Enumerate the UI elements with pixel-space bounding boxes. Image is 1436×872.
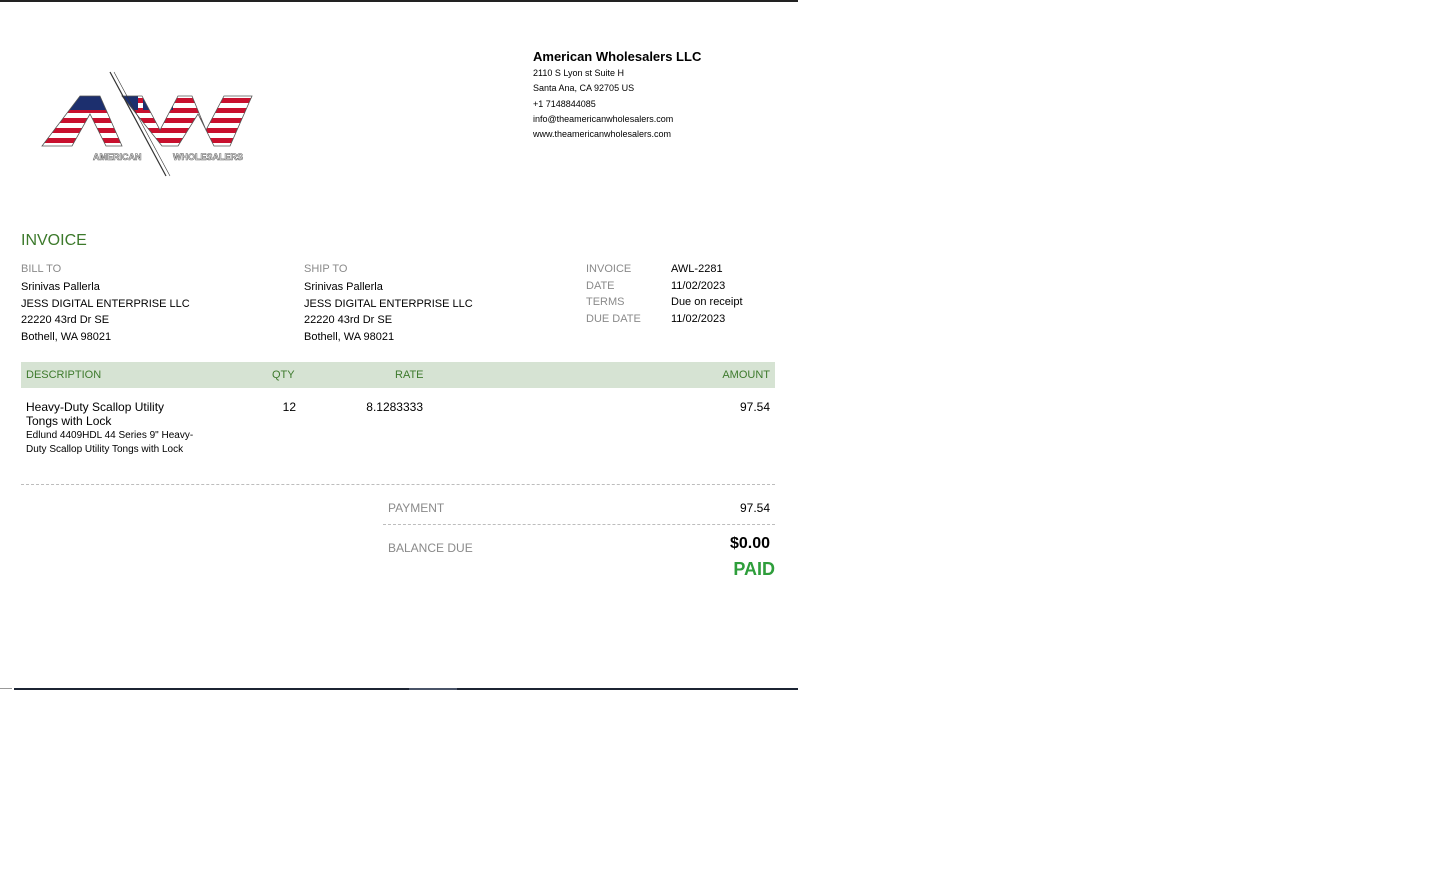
header-description: DESCRIPTION xyxy=(26,369,102,381)
meta-row-invoice: INVOICE AWL-2281 xyxy=(586,263,743,280)
header-amount: AMOUNT xyxy=(722,369,770,381)
balance-due-value: $0.00 xyxy=(729,535,770,552)
items-divider xyxy=(21,484,775,485)
ship-to-street: 22220 43rd Dr SE xyxy=(304,314,393,326)
ship-to-block: SHIP TO Srinivas Pallerla JESS DIGITAL E… xyxy=(304,263,473,345)
header-qty: QTY xyxy=(272,369,295,381)
page-bottom-border xyxy=(14,688,798,690)
meta-row-date: DATE 11/02/2023 xyxy=(586,280,743,297)
company-website[interactable]: www.theamericanwholesalers.com xyxy=(533,127,701,142)
payment-value: 97.54 xyxy=(739,501,770,515)
bill-to-label: BILL TO xyxy=(21,263,62,275)
invoice-meta: INVOICE AWL-2281 DATE 11/02/2023 TERMS D… xyxy=(586,263,743,329)
page-top-border xyxy=(0,0,798,2)
bill-to-street: 22220 43rd Dr SE xyxy=(21,314,110,326)
due-date-label: DUE DATE xyxy=(586,312,641,325)
bill-to-name: Srinivas Pallerla xyxy=(21,281,100,293)
invoice-title: INVOICE xyxy=(21,232,87,249)
company-address-line1: 2110 S Lyon st Suite H xyxy=(533,68,625,78)
meta-row-due-date: DUE DATE 11/02/2023 xyxy=(586,313,743,330)
item-name: Heavy-Duty Scallop Utility Tongs with Lo… xyxy=(26,400,165,428)
item-description: Edlund 4409HDL 44 Series 9" Heavy-Duty S… xyxy=(26,430,194,455)
company-email[interactable]: info@theamericanwholesalers.com xyxy=(533,112,701,127)
terms-label: TERMS xyxy=(586,296,625,308)
invoice-number-label: INVOICE xyxy=(586,263,632,275)
invoice-date: 11/02/2023 xyxy=(671,279,726,292)
logo-text-left: AMERICAN xyxy=(93,152,142,162)
payment-label: PAYMENT xyxy=(388,501,445,515)
bill-to-company: JESS DIGITAL ENTERPRISE LLC xyxy=(21,297,190,310)
totals-divider xyxy=(383,524,775,525)
date-label: DATE xyxy=(586,279,615,292)
ship-to-city: Bothell, WA 98021 xyxy=(304,330,395,343)
logo-text-right: WHOLESALERS xyxy=(173,152,243,162)
ship-to-name: Srinivas Pallerla xyxy=(304,281,383,293)
balance-due-label: BALANCE DUE xyxy=(388,541,473,555)
meta-row-terms: TERMS Due on receipt xyxy=(586,296,743,313)
company-info: American Wholesalers LLC 2110 S Lyon st … xyxy=(533,48,701,142)
due-date: 11/02/2023 xyxy=(671,312,726,325)
paid-status-badge: PAID xyxy=(733,559,775,579)
company-logo: AMERICAN WHOLESALERS xyxy=(41,71,253,177)
bill-to-city: Bothell, WA 98021 xyxy=(21,330,112,343)
page-bottom-border-segment xyxy=(409,688,457,690)
item-amount: 97.54 xyxy=(739,400,770,414)
company-phone: +1 7148844085 xyxy=(533,98,596,109)
invoice-number: AWL-2281 xyxy=(671,263,723,275)
terms-value: Due on receipt xyxy=(671,296,743,308)
item-rate: 8.1283333 xyxy=(366,400,423,414)
bill-to-block: BILL TO Srinivas Pallerla JESS DIGITAL E… xyxy=(21,263,190,345)
ship-to-label: SHIP TO xyxy=(304,263,348,275)
ship-to-company: JESS DIGITAL ENTERPRISE LLC xyxy=(304,297,473,310)
header-rate: RATE xyxy=(395,369,424,381)
items-table-header: DESCRIPTION QTY RATE AMOUNT xyxy=(21,362,775,388)
company-address-line2: Santa Ana, CA 92705 US xyxy=(533,83,635,94)
page-bottom-mark xyxy=(0,688,12,689)
company-name: American Wholesalers LLC xyxy=(533,49,702,64)
item-qty: 12 xyxy=(282,400,296,414)
